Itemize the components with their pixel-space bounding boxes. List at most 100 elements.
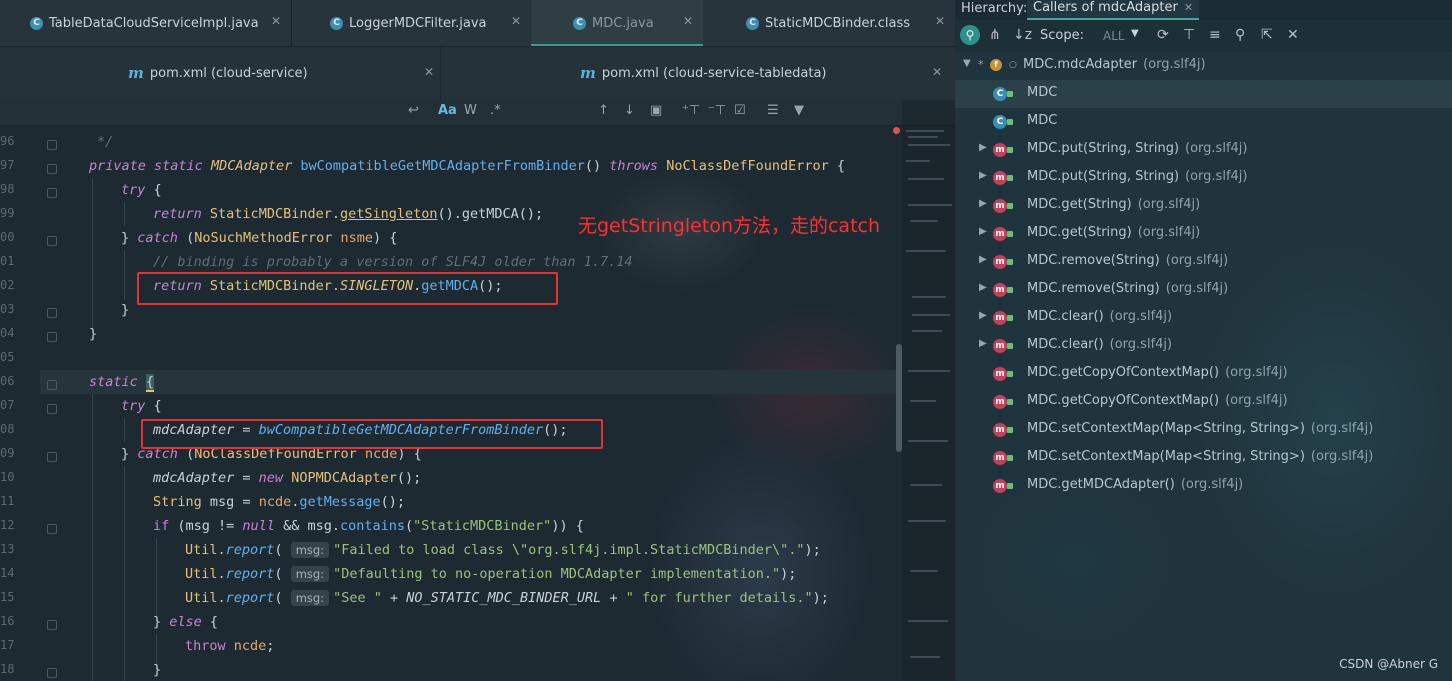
keyword: static bbox=[89, 374, 138, 390]
method-icon: m bbox=[993, 143, 1007, 157]
chevron-down-icon[interactable]: ▼ bbox=[1131, 28, 1139, 39]
class-ref: StaticMDCBinder. bbox=[209, 206, 340, 222]
method-icon: m bbox=[993, 171, 1007, 185]
tree-item[interactable]: ▶ m MDC.get(String) (org.slf4j) bbox=[955, 192, 1452, 220]
close-icon[interactable]: ✕ bbox=[1287, 27, 1299, 43]
punct: + bbox=[381, 590, 407, 606]
lock-icon bbox=[1007, 315, 1013, 321]
keyword: new bbox=[258, 470, 284, 486]
punct: } bbox=[121, 230, 130, 246]
sort-alphabetically-icon[interactable]: ↓z bbox=[1013, 27, 1032, 43]
ide-window: C TableDataCloudServiceImpl.java ✕ C Log… bbox=[0, 0, 1452, 681]
tree-item[interactable]: ▶ m MDC.put(String, String) (org.slf4j) bbox=[955, 136, 1452, 164]
minimap-line bbox=[908, 178, 944, 180]
variable: nsme bbox=[340, 230, 374, 246]
tree-root-item[interactable]: ▼ * f ○ MDC.mdcAdapter (org.slf4j) bbox=[955, 52, 1452, 80]
tree-item[interactable]: ▶ m MDC.remove(String) (org.slf4j) bbox=[955, 248, 1452, 276]
chevron-right-icon[interactable]: ▶ bbox=[979, 142, 987, 153]
lock-icon bbox=[1007, 175, 1013, 181]
close-icon[interactable]: ✕ bbox=[932, 65, 942, 79]
lock-icon bbox=[1007, 231, 1013, 237]
tree-item[interactable]: ▶ m MDC.remove(String) (org.slf4j) bbox=[955, 276, 1452, 304]
callers-hierarchy-icon[interactable]: ⚲ bbox=[960, 25, 980, 45]
method-call: getSingleton bbox=[339, 206, 438, 222]
minimap-line bbox=[908, 620, 948, 622]
tree-item-label: MDC.getCopyOfContextMap() (org.slf4j) bbox=[1027, 393, 1288, 408]
lock-icon bbox=[1007, 147, 1013, 153]
tree-item[interactable]: m MDC.setContextMap(Map<String, String>)… bbox=[955, 416, 1452, 444]
item-package: (org.slf4j) bbox=[1180, 477, 1244, 492]
chevron-right-icon[interactable]: ▶ bbox=[979, 338, 987, 349]
static-field: mdcAdapter bbox=[153, 470, 235, 486]
tree-item-label: MDC bbox=[1027, 113, 1057, 128]
method-icon: m bbox=[993, 339, 1007, 353]
chevron-right-icon[interactable]: ▶ bbox=[979, 254, 987, 265]
tree-item[interactable]: ▶ m MDC.put(String, String) (org.slf4j) bbox=[955, 164, 1452, 192]
item-package: (org.slf4j) bbox=[1310, 449, 1374, 464]
scope-dropdown[interactable]: ALL bbox=[1103, 29, 1125, 43]
minimap-line bbox=[912, 330, 942, 332]
close-icon[interactable]: ✕ bbox=[935, 14, 945, 28]
pin-icon[interactable]: ⚲ bbox=[1235, 27, 1245, 43]
callees-hierarchy-icon[interactable]: ⋔ bbox=[989, 27, 1001, 43]
chevron-right-icon[interactable]: ▶ bbox=[979, 170, 987, 181]
chevron-right-icon[interactable]: ▶ bbox=[979, 198, 987, 209]
tree-item[interactable]: m MDC.getCopyOfContextMap() (org.slf4j) bbox=[955, 388, 1452, 416]
chevron-right-icon[interactable]: ▶ bbox=[979, 226, 987, 237]
parameter-hint: msg: bbox=[290, 542, 330, 558]
method-icon: m bbox=[993, 479, 1007, 493]
punct: ); bbox=[804, 542, 821, 558]
collapse-all-icon[interactable]: ≡ bbox=[1209, 27, 1221, 43]
code-line-96: */ bbox=[97, 134, 114, 150]
pin-tab-icon[interactable]: ⊤ bbox=[1183, 27, 1195, 43]
code-line-106: static { bbox=[89, 370, 155, 394]
chevron-right-icon[interactable]: ▶ bbox=[979, 310, 987, 321]
lock-icon bbox=[1007, 203, 1013, 209]
tree-item[interactable]: C MDC bbox=[955, 108, 1452, 136]
item-name: MDC.remove(String) bbox=[1027, 253, 1160, 268]
open-in-window-icon[interactable]: ⇱ bbox=[1261, 27, 1273, 43]
tree-item-label: MDC.getMDCAdapter() (org.slf4j) bbox=[1027, 477, 1243, 492]
minimap-line bbox=[912, 296, 946, 298]
code-line-116: } else { bbox=[153, 610, 218, 634]
hierarchy-label: Hierarchy: bbox=[961, 1, 1028, 16]
code-line-114: Util.report( msg: "Defaulting to no-opera… bbox=[185, 562, 796, 586]
string-literal: " for further details." bbox=[625, 590, 813, 606]
close-icon[interactable]: ✕ bbox=[1184, 1, 1193, 14]
tree-item[interactable]: m MDC.getMDCAdapter() (org.slf4j) bbox=[955, 472, 1452, 500]
scrollbar-thumb[interactable] bbox=[896, 344, 902, 452]
refresh-icon[interactable]: ⟳ bbox=[1157, 27, 1169, 43]
lock-icon bbox=[1007, 427, 1013, 433]
tree-item[interactable]: ▶ m MDC.get(String) (org.slf4j) bbox=[955, 220, 1452, 248]
item-name: MDC.clear() bbox=[1027, 309, 1104, 324]
tab-callers-of-mdc-adapter[interactable]: Callers of mdcAdapter ✕ bbox=[1027, 0, 1200, 20]
chevron-down-icon[interactable]: ▼ bbox=[963, 58, 971, 69]
minimap[interactable] bbox=[902, 100, 955, 681]
method-icon: m bbox=[993, 395, 1007, 409]
tree-item-label: MDC.put(String, String) (org.slf4j) bbox=[1027, 141, 1247, 156]
lock-icon bbox=[1007, 343, 1013, 349]
lock-icon bbox=[1007, 259, 1013, 265]
tree-item-label: MDC.put(String, String) (org.slf4j) bbox=[1027, 169, 1247, 184]
tree-item[interactable]: m MDC.getCopyOfContextMap() (org.slf4j) bbox=[955, 360, 1452, 388]
item-package: (org.slf4j) bbox=[1225, 393, 1288, 408]
tree-item-label: MDC.getCopyOfContextMap() (org.slf4j) bbox=[1027, 365, 1288, 380]
method-icon: m bbox=[993, 255, 1007, 269]
item-name: MDC.remove(String) bbox=[1027, 281, 1160, 296]
minimap-line bbox=[906, 160, 930, 162]
tree-item[interactable]: ▶ m MDC.clear() (org.slf4j) bbox=[955, 304, 1452, 332]
code-line-98: try { bbox=[121, 178, 162, 202]
code-area[interactable]: */ private static MDCAdapter bwCompatibl… bbox=[0, 0, 900, 681]
chevron-right-icon[interactable]: ▶ bbox=[979, 282, 987, 293]
minimap-line bbox=[908, 144, 950, 146]
error-indicator-icon[interactable] bbox=[893, 127, 900, 134]
minimap-line bbox=[906, 250, 946, 252]
punct: ( bbox=[186, 230, 195, 246]
tree-item[interactable]: m MDC.setContextMap(Map<String, String>)… bbox=[955, 444, 1452, 472]
tree-item[interactable]: ▶ m MDC.clear() (org.slf4j) bbox=[955, 332, 1452, 360]
punct: ); bbox=[812, 590, 829, 606]
lock-icon bbox=[1007, 371, 1013, 377]
tree-item[interactable]: C MDC bbox=[955, 80, 1452, 108]
brace-match: { bbox=[145, 374, 155, 392]
method-icon: m bbox=[993, 199, 1007, 213]
